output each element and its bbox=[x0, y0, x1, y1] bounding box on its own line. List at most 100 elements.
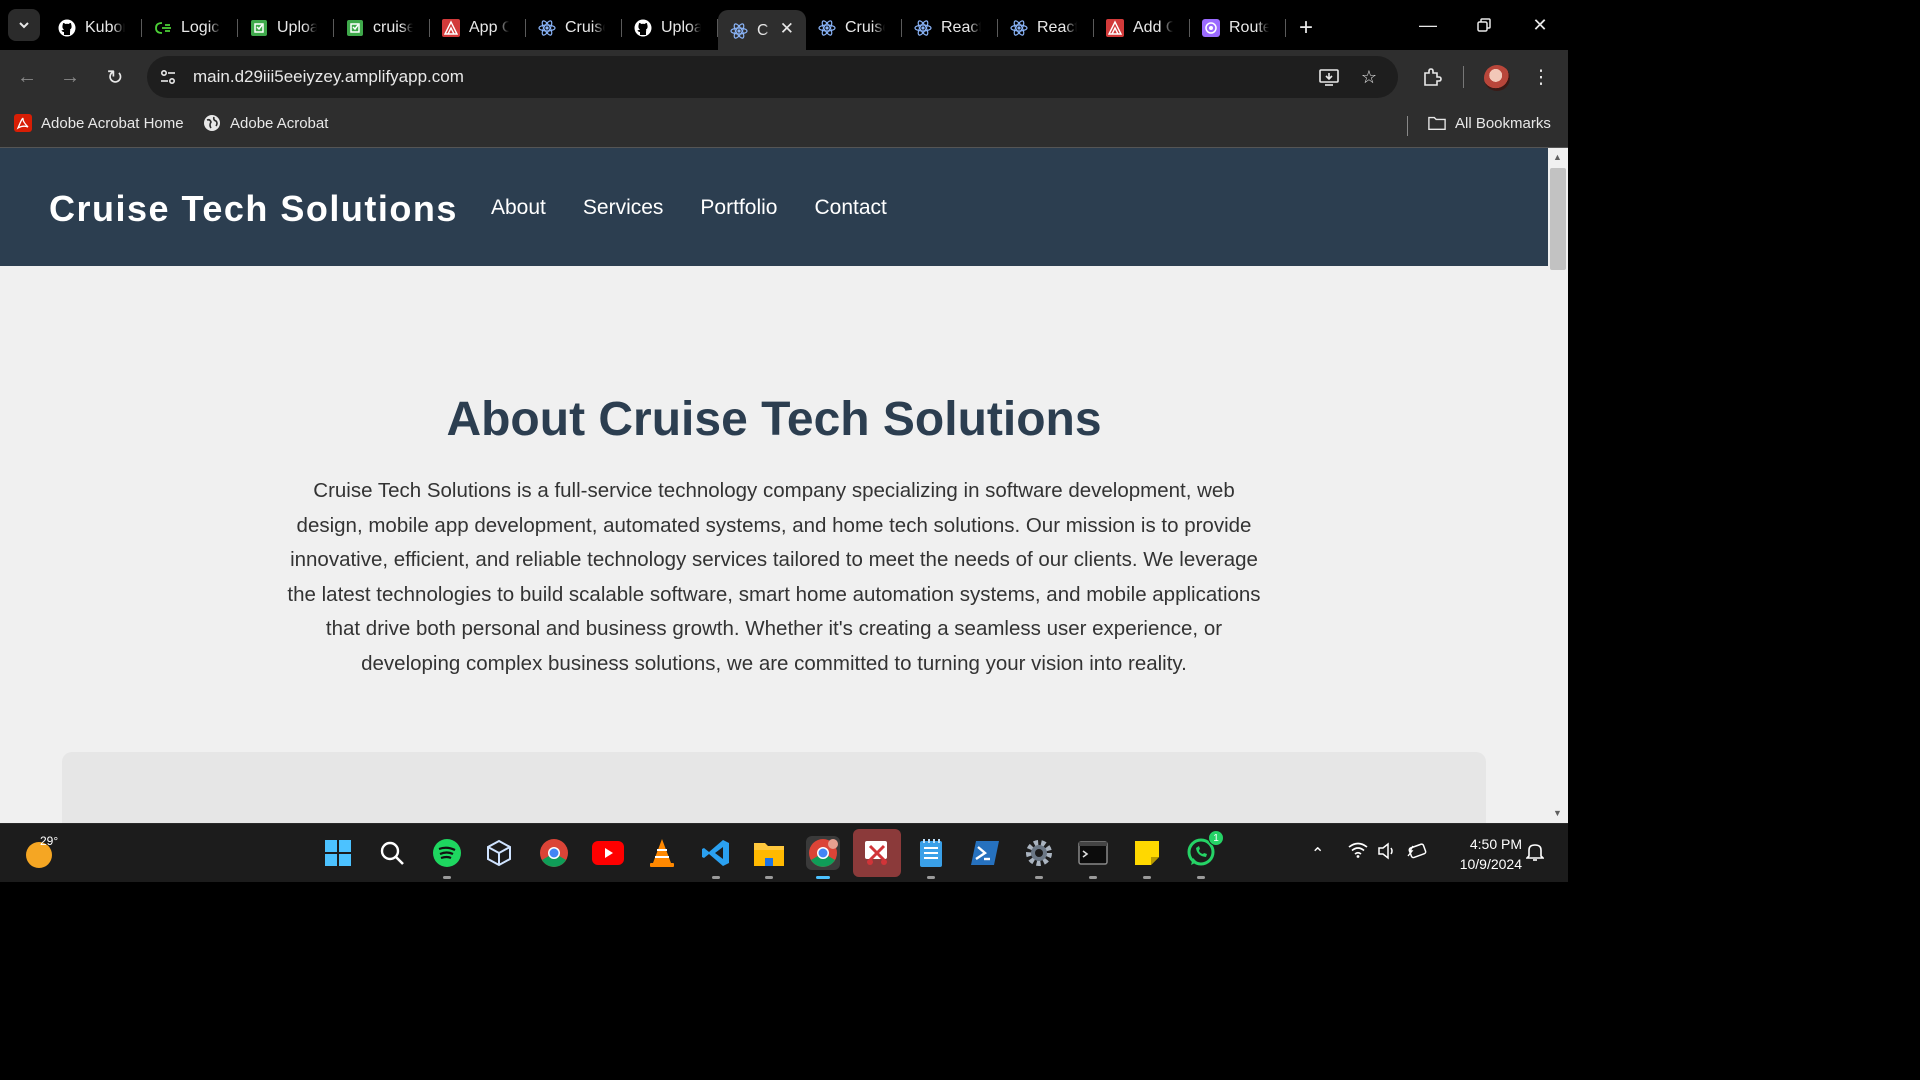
scroll-up-icon[interactable]: ▲ bbox=[1553, 152, 1562, 162]
taskbar-search-button[interactable] bbox=[375, 836, 409, 870]
volume-icon[interactable] bbox=[1377, 842, 1397, 865]
scroll-down-icon[interactable]: ▼ bbox=[1553, 808, 1562, 818]
tab[interactable]: cruise bbox=[334, 10, 430, 46]
profile-avatar[interactable] bbox=[1484, 65, 1510, 91]
clock-date: 10/9/2024 bbox=[1459, 856, 1522, 872]
restore-button[interactable] bbox=[1456, 0, 1512, 50]
nav-contact[interactable]: Contact bbox=[814, 196, 886, 220]
new-tab-button[interactable]: + bbox=[1286, 10, 1326, 46]
search-icon bbox=[380, 841, 404, 865]
youtube-icon bbox=[592, 841, 624, 865]
extensions-icon[interactable] bbox=[1417, 62, 1447, 92]
powershell-icon bbox=[971, 841, 999, 865]
tab-label: React bbox=[941, 19, 981, 36]
tab-label: Route bbox=[1229, 19, 1269, 36]
vlc-cone-icon bbox=[650, 839, 674, 867]
nav-portfolio[interactable]: Portfolio bbox=[700, 196, 777, 220]
page-scrollbar[interactable]: ▲ ▼ bbox=[1548, 148, 1568, 823]
scrollbar-thumb[interactable] bbox=[1550, 168, 1566, 270]
address-bar[interactable]: main.d29iii5eeiyzey.amplifyapp.com ☆ bbox=[147, 56, 1398, 98]
notification-bell-icon[interactable] bbox=[1525, 842, 1545, 867]
settings-app[interactable] bbox=[1022, 836, 1056, 879]
vscode-app[interactable] bbox=[699, 836, 733, 879]
powershell-app[interactable] bbox=[968, 836, 1002, 870]
tab[interactable]: Logic bbox=[142, 10, 238, 46]
cube-icon bbox=[487, 839, 511, 867]
spotify-icon bbox=[433, 839, 461, 867]
arrow-right-icon: → bbox=[60, 65, 80, 88]
menu-kebab-icon[interactable]: ⋮ bbox=[1526, 62, 1556, 92]
react-icon bbox=[914, 19, 932, 37]
running-indicator bbox=[1143, 876, 1151, 879]
notepad-app[interactable] bbox=[914, 836, 948, 879]
site-info-icon[interactable] bbox=[155, 64, 181, 90]
url-text[interactable]: main.d29iii5eeiyzey.amplifyapp.com bbox=[193, 67, 464, 87]
tab[interactable]: Cruise bbox=[806, 10, 902, 46]
sticky-notes-app[interactable] bbox=[1130, 836, 1164, 879]
start-button[interactable] bbox=[321, 836, 355, 870]
web-page: Cruise Tech Solutions About Services Por… bbox=[0, 148, 1548, 823]
nav-services[interactable]: Services bbox=[583, 196, 664, 220]
snipping-tool-app[interactable] bbox=[853, 829, 901, 877]
bookmark-acrobat-home[interactable]: Adobe Acrobat Home bbox=[14, 114, 184, 132]
react-icon bbox=[730, 22, 748, 40]
tab[interactable]: Uploa bbox=[622, 10, 718, 46]
bookmark-acrobat[interactable]: Adobe Acrobat bbox=[203, 114, 328, 132]
snipping-icon bbox=[865, 841, 887, 865]
acrobat-icon bbox=[14, 114, 32, 132]
site-brand[interactable]: Cruise Tech Solutions bbox=[49, 188, 458, 230]
reload-button[interactable]: ↻ bbox=[99, 61, 131, 93]
tab[interactable]: Add C bbox=[1094, 10, 1190, 46]
chrome-active-app[interactable] bbox=[806, 836, 840, 879]
github-icon bbox=[634, 19, 652, 37]
toolbar-divider bbox=[1463, 66, 1464, 88]
minimize-button[interactable]: — bbox=[1400, 0, 1456, 50]
weather-temperature[interactable]: 29° bbox=[40, 834, 58, 848]
notification-badge: 1 bbox=[1208, 830, 1224, 846]
tab[interactable]: Route bbox=[1190, 10, 1286, 46]
tab-active[interactable]: C ✕ bbox=[718, 10, 806, 52]
tab[interactable]: Uploa bbox=[238, 10, 334, 46]
tab[interactable]: React bbox=[902, 10, 998, 46]
system-clock[interactable]: 4:50 PM 10/9/2024 bbox=[1440, 834, 1522, 874]
battery-charging-icon[interactable] bbox=[1406, 842, 1428, 865]
tab[interactable]: Cruise bbox=[526, 10, 622, 46]
spotify-app[interactable] bbox=[430, 836, 464, 879]
youtube-app[interactable] bbox=[591, 836, 625, 870]
wifi-icon[interactable] bbox=[1348, 842, 1368, 863]
back-button[interactable]: ← bbox=[11, 61, 43, 93]
file-explorer-app[interactable] bbox=[752, 836, 786, 879]
tab-strip: KuborLogicUploacruiseApp CCruiseUploaC✕C… bbox=[0, 0, 1568, 52]
tab-label: C bbox=[757, 22, 769, 39]
install-app-icon[interactable] bbox=[1316, 64, 1342, 90]
browser-toolbar: ← → ↻ main.d29iii5eeiyzey.amplifyapp.com… bbox=[0, 50, 1568, 104]
chrome-app[interactable] bbox=[537, 836, 571, 870]
close-window-button[interactable]: ✕ bbox=[1512, 0, 1568, 50]
running-indicator bbox=[443, 876, 451, 879]
arrow-left-icon: ← bbox=[17, 65, 37, 88]
bookmarks-divider bbox=[1407, 116, 1408, 136]
tab-label: cruise bbox=[373, 19, 413, 36]
close-tab-icon[interactable]: ✕ bbox=[780, 19, 794, 39]
vlc-app[interactable] bbox=[645, 836, 679, 870]
whatsapp-app[interactable]: 1 bbox=[1184, 830, 1224, 879]
tab-search-button[interactable] bbox=[8, 9, 40, 41]
all-bookmarks-button[interactable]: All Bookmarks bbox=[1428, 114, 1551, 132]
all-bookmarks-label: All Bookmarks bbox=[1455, 114, 1551, 132]
code-box-icon bbox=[346, 19, 364, 37]
running-indicator bbox=[927, 876, 935, 879]
tray-overflow-chevron-icon[interactable]: ⌃ bbox=[1311, 844, 1324, 864]
terminal-app[interactable] bbox=[1076, 836, 1110, 879]
bookmark-star-icon[interactable]: ☆ bbox=[1356, 64, 1382, 90]
reload-icon: ↻ bbox=[106, 66, 124, 89]
content-card bbox=[62, 752, 1486, 823]
virtualbox-app[interactable] bbox=[482, 836, 516, 870]
nav-about[interactable]: About bbox=[491, 196, 546, 220]
tab[interactable]: React bbox=[998, 10, 1094, 46]
tab[interactable]: Kubor bbox=[46, 10, 142, 46]
about-paragraph: Cruise Tech Solutions is a full-service … bbox=[287, 479, 1261, 675]
react-icon bbox=[1010, 19, 1028, 37]
forward-button[interactable]: → bbox=[54, 61, 86, 93]
tab-label: Cruise bbox=[565, 19, 605, 36]
tab[interactable]: App C bbox=[430, 10, 526, 46]
